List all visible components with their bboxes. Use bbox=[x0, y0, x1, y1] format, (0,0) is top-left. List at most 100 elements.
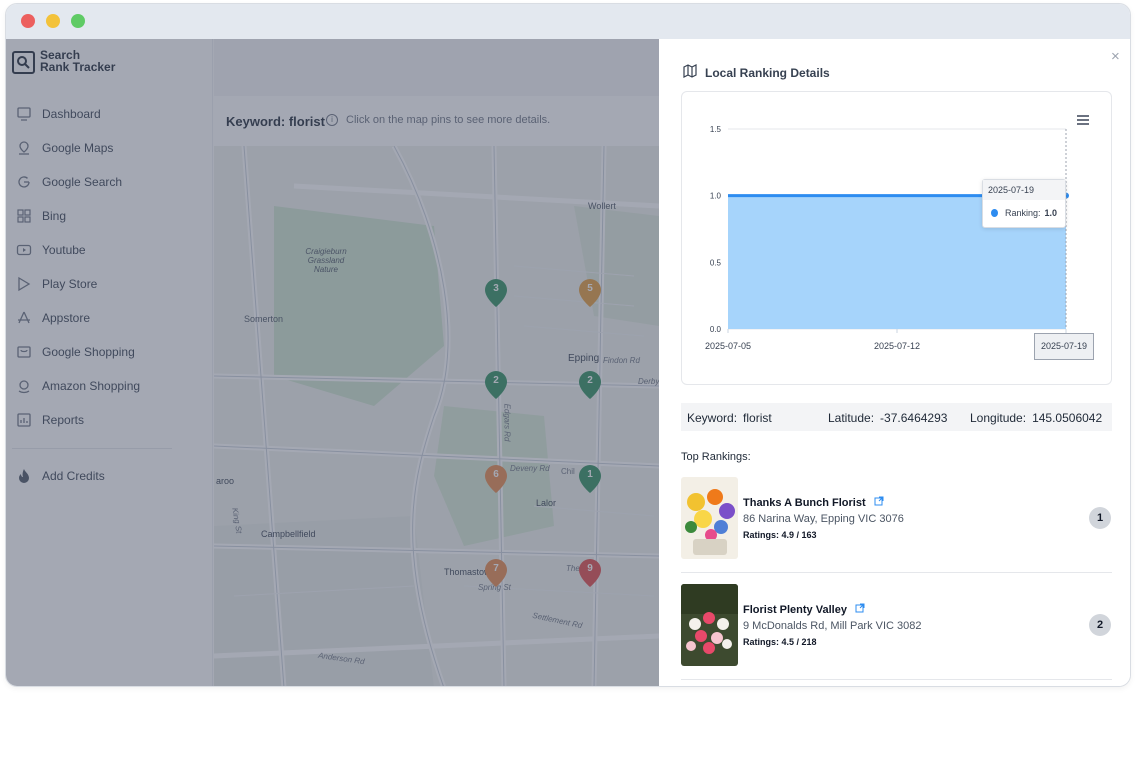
map-label: aroo bbox=[216, 476, 235, 486]
y-tick-label: 1.5 bbox=[710, 125, 722, 134]
tooltip-body: Ranking: 1.0 bbox=[983, 200, 1065, 226]
sidebar-item-appstore[interactable]: Appstore bbox=[6, 301, 213, 335]
latitude-label: Latitude: bbox=[828, 411, 875, 425]
chart-menu-icon[interactable] bbox=[1077, 115, 1089, 125]
ranking-item[interactable]: Florist Plenty Valley 9 McDonalds Rd, Mi… bbox=[681, 584, 1112, 680]
top-rankings-heading: Top Rankings: bbox=[681, 451, 751, 463]
ranking-chart: 0.0 0.5 1.0 1.5 2025-07-05 2025-07-12 2025-07-… bbox=[681, 91, 1112, 385]
main-content: Keyword: florist i Click on the map pins… bbox=[214, 39, 659, 686]
map-pin-rank: 7 bbox=[493, 563, 499, 574]
sidebar-item-label: Youtube bbox=[42, 243, 86, 257]
map-label: Chil bbox=[561, 467, 575, 476]
business-name-text: Florist Plenty Valley bbox=[743, 603, 847, 616]
sidebar-divider bbox=[12, 448, 172, 449]
map-pin-rank: 6 bbox=[493, 469, 499, 480]
longitude-value: 145.0506042 bbox=[1032, 411, 1103, 425]
sidebar-item-label: Google Maps bbox=[42, 141, 114, 155]
close-window-button[interactable] bbox=[21, 14, 35, 28]
sidebar-item-amazon-shopping[interactable]: Amazon Shopping bbox=[6, 369, 213, 403]
map-pin[interactable]: 9 bbox=[578, 558, 602, 588]
business-rating: Ratings: 4.9 / 163 bbox=[743, 530, 817, 540]
sidebar-item-play-store[interactable]: Play Store bbox=[6, 267, 213, 301]
sidebar-item-google-shopping[interactable]: Google Shopping bbox=[6, 335, 213, 369]
ranking-item[interactable]: Thanks A Bunch Florist 86 Narina Way, Ep… bbox=[681, 477, 1112, 573]
map-pin-rank: 1 bbox=[587, 469, 593, 480]
sidebar-item-label: Google Search bbox=[42, 175, 123, 189]
business-name[interactable]: Florist Plenty Valley bbox=[743, 603, 865, 616]
latitude-info: Latitude: -37.6464293 bbox=[828, 411, 947, 425]
map-pin-rank: 5 bbox=[587, 283, 593, 294]
map-label: Edgars Rd bbox=[502, 403, 512, 442]
latitude-value: -37.6464293 bbox=[880, 411, 948, 425]
map-view[interactable]: Wollert Craigieburn Grassland Nature Som… bbox=[214, 146, 659, 686]
flame-icon bbox=[16, 468, 32, 484]
tooltip-value: 1.0 bbox=[1044, 208, 1057, 218]
add-credits-label: Add Credits bbox=[42, 469, 105, 483]
x-axis-crosshair-label: 2025-07-19 bbox=[1034, 333, 1094, 360]
close-drawer-button[interactable]: × bbox=[1111, 49, 1120, 64]
add-credits-button[interactable]: Add Credits bbox=[6, 459, 213, 493]
external-link-icon[interactable] bbox=[855, 603, 865, 616]
map-pin-rank: 2 bbox=[587, 375, 593, 386]
brand-line-2: Rank Tracker bbox=[40, 60, 116, 74]
sidebar-item-dashboard[interactable]: Dashboard bbox=[6, 97, 213, 131]
map-pin[interactable]: 5 bbox=[578, 278, 602, 308]
dashboard-icon bbox=[16, 106, 32, 122]
info-icon: i bbox=[326, 114, 338, 126]
y-tick-label: 1.0 bbox=[710, 192, 722, 201]
map-pin[interactable]: 2 bbox=[578, 370, 602, 400]
map-label: Campbellfield bbox=[261, 529, 316, 539]
sidebar-item-google-search[interactable]: Google Search bbox=[6, 165, 213, 199]
y-tick-label: 0.5 bbox=[710, 258, 722, 267]
brand-name: Search Rank Tracker bbox=[40, 49, 115, 73]
appstore-icon bbox=[16, 310, 32, 326]
keyword-title: Keyword: florist bbox=[226, 114, 325, 129]
business-photo bbox=[681, 584, 738, 666]
business-address: 9 McDonalds Rd, Mill Park VIC 3082 bbox=[743, 620, 922, 632]
sidebar-item-label: Appstore bbox=[42, 311, 91, 325]
sidebar-item-label: Dashboard bbox=[42, 107, 101, 121]
chart-tooltip: 2025-07-19 Ranking: 1.0 bbox=[982, 179, 1066, 228]
business-name-text: Thanks A Bunch Florist bbox=[743, 496, 866, 509]
map-pin[interactable]: 7 bbox=[484, 558, 508, 588]
sidebar-item-google-maps[interactable]: Google Maps bbox=[6, 131, 213, 165]
y-tick-label: 0.0 bbox=[710, 325, 722, 334]
rank-badge: 2 bbox=[1089, 614, 1111, 636]
drawer-title: Local Ranking Details bbox=[683, 64, 830, 81]
sidebar-item-label: Google Shopping bbox=[42, 345, 135, 359]
app-body: Search Rank Tracker Dashboard Google Map… bbox=[6, 39, 1130, 686]
sidebar: Search Rank Tracker Dashboard Google Map… bbox=[6, 39, 213, 686]
longitude-label: Longitude: bbox=[970, 411, 1027, 425]
map-label: Deveny Rd bbox=[510, 464, 550, 473]
map-label: Somerton bbox=[244, 314, 284, 324]
map-pin[interactable]: 3 bbox=[484, 278, 508, 308]
shopping-icon bbox=[16, 344, 32, 360]
keyword-info-label: Keyword: bbox=[687, 411, 738, 425]
keyword-info-value: florist bbox=[743, 411, 772, 425]
map-label: Lalor bbox=[536, 498, 557, 508]
map-pin[interactable]: 6 bbox=[484, 464, 508, 494]
sidebar-item-label: Amazon Shopping bbox=[42, 379, 141, 393]
map-pin-icon bbox=[16, 140, 32, 156]
bing-icon bbox=[16, 208, 32, 224]
map-label: Craigieburn Grassland Nature bbox=[305, 247, 347, 274]
external-link-icon[interactable] bbox=[874, 496, 884, 509]
map-label: Derby bbox=[638, 377, 659, 386]
maximize-window-button[interactable] bbox=[71, 14, 85, 28]
minimize-window-button[interactable] bbox=[46, 14, 60, 28]
sidebar-item-label: Play Store bbox=[42, 277, 98, 291]
map-canvas bbox=[214, 146, 659, 686]
longitude-info: Longitude: 145.0506042 bbox=[970, 411, 1102, 425]
sidebar-item-bing[interactable]: Bing bbox=[6, 199, 213, 233]
business-rating: Ratings: 4.5 / 218 bbox=[743, 637, 817, 647]
business-name[interactable]: Thanks A Bunch Florist bbox=[743, 496, 884, 509]
sidebar-item-reports[interactable]: Reports bbox=[6, 403, 213, 437]
business-photo bbox=[681, 477, 738, 559]
sidebar-item-youtube[interactable]: Youtube bbox=[6, 233, 213, 267]
map-pin[interactable]: 1 bbox=[578, 464, 602, 494]
map-label: Wollert bbox=[588, 201, 616, 211]
sidebar-item-label: Bing bbox=[42, 209, 67, 223]
map-pin[interactable]: 2 bbox=[484, 370, 508, 400]
drawer-title-text: Local Ranking Details bbox=[705, 65, 830, 80]
map-pin-rank: 2 bbox=[493, 375, 499, 386]
